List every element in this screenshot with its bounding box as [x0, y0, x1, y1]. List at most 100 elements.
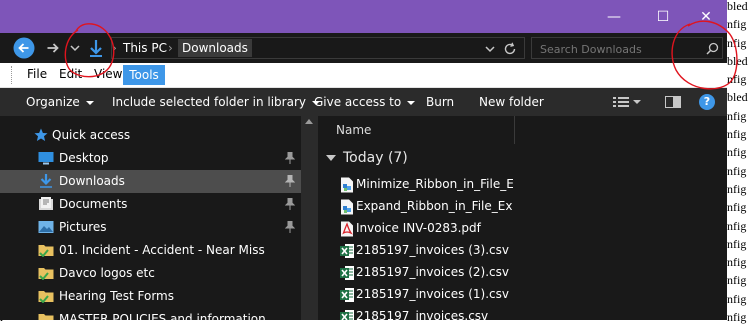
caret-down-icon — [407, 100, 416, 105]
chevron-down-icon[interactable] — [484, 43, 496, 55]
address-row: › This PC › Downloads — [0, 33, 727, 63]
column-divider[interactable] — [514, 116, 515, 144]
file-list-pane: Name Today (7) Minimize_Ribbon_in_File_E… — [318, 116, 727, 320]
file-name: 2185197_invoices (3).csv — [356, 243, 509, 257]
nav-scrollbar[interactable] — [301, 116, 318, 320]
menu-grip — [11, 66, 14, 84]
navigation-pane: Quick access Desktop Downloads Documents… — [0, 116, 318, 320]
refresh-icon[interactable] — [503, 42, 517, 56]
nav-item-desktop[interactable]: Desktop — [0, 147, 318, 170]
chevron-down-icon — [326, 155, 336, 161]
nav-label-folder: MASTER POLICIES and information — [59, 312, 266, 320]
menu-tools[interactable]: Tools — [123, 65, 165, 85]
file-name: 2185197_invoices (2).csv — [356, 265, 509, 279]
menu-file[interactable]: File — [27, 67, 47, 81]
nav-label-folder: 01. Incident - Accident - Near Miss — [59, 243, 265, 257]
forward-arrow-icon — [47, 43, 59, 53]
nav-item-documents[interactable]: Documents — [0, 193, 318, 216]
minimize-icon: — — [607, 8, 621, 25]
excel-file-icon — [340, 244, 354, 258]
pin-icon[interactable] — [285, 175, 295, 187]
folder-icon — [38, 314, 54, 320]
command-bar: Organize Include selected folder in libr… — [0, 88, 727, 116]
caret-down-icon[interactable] — [633, 100, 641, 105]
file-name: Minimize_Ribbon_in_File_Explorer — [356, 177, 513, 191]
preview-pane-icon[interactable] — [665, 96, 681, 108]
give-access-label: Give access to — [314, 95, 402, 109]
nav-label-folder: Davco logos etc — [59, 266, 155, 280]
documents-icon — [39, 197, 53, 210]
recent-locations-button[interactable] — [69, 37, 81, 59]
pin-icon[interactable] — [285, 152, 295, 164]
nav-item-folder[interactable]: MASTER POLICIES and information — [0, 308, 318, 320]
give-access-button[interactable]: Give access to — [314, 95, 416, 109]
download-arrow-icon — [40, 174, 52, 188]
pin-icon[interactable] — [285, 198, 295, 210]
search-icon[interactable] — [706, 42, 719, 55]
breadcrumb-this-pc[interactable]: This PC — [123, 41, 167, 55]
help-button[interactable]: ? — [699, 94, 715, 110]
nav-label-quick-access: Quick access — [52, 128, 131, 142]
group-label: Today (7) — [343, 150, 408, 166]
chevron-down-icon — [70, 45, 80, 52]
pin-icon[interactable] — [285, 221, 295, 233]
background-page-right: bled nfig nfig bled nfig bled nfig nfig nfig nfig… — [727, 0, 748, 325]
folder-icon — [38, 291, 54, 303]
nav-item-pictures[interactable]: Pictures — [0, 216, 318, 239]
file-row[interactable]: Expand_Ribbon_in_File_Explorer — [336, 196, 716, 219]
back-button[interactable] — [13, 37, 35, 59]
nav-label-pictures: Pictures — [59, 220, 107, 234]
file-row[interactable]: Invoice INV-0283.pdf — [336, 218, 716, 241]
star-icon — [34, 128, 48, 141]
maximize-button[interactable]: ☐ — [640, 0, 686, 33]
nav-item-folder[interactable]: Davco logos etc — [0, 262, 318, 285]
maximize-icon: ☐ — [656, 8, 670, 25]
minimize-button[interactable]: — — [591, 0, 637, 33]
column-header-name[interactable]: Name — [336, 123, 371, 137]
file-name: Invoice INV-0283.pdf — [356, 221, 481, 235]
nav-label-desktop: Desktop — [59, 151, 109, 165]
file-row[interactable]: 2185197_invoices (1).csv — [336, 284, 716, 307]
burn-button[interactable]: Burn — [426, 95, 454, 109]
nav-item-folder[interactable]: 01. Incident - Accident - Near Miss — [0, 239, 318, 262]
organize-button[interactable]: Organize — [26, 95, 94, 109]
search-box[interactable] — [531, 37, 723, 59]
close-icon: ✕ — [700, 8, 712, 25]
nav-label-folder: Hearing Test Forms — [59, 289, 174, 303]
file-name: Expand_Ribbon_in_File_Explorer — [356, 199, 513, 213]
include-in-library-button[interactable]: Include selected folder in library — [112, 95, 320, 109]
file-row[interactable]: 2185197_invoices (2).csv — [336, 262, 716, 285]
file-row[interactable]: 2185197_invoices.csv — [336, 306, 716, 320]
pdf-file-icon — [341, 221, 353, 237]
file-name: 2185197_invoices.csv — [356, 309, 489, 320]
downloads-location-icon-button[interactable] — [85, 37, 107, 59]
folder-icon — [38, 268, 54, 280]
title-bar[interactable]: — ☐ ✕ — [0, 0, 727, 33]
excel-file-icon — [340, 266, 354, 280]
file-explorer-window: — ☐ ✕ › This PC › Downloads Search Downl… — [0, 0, 727, 320]
search-input[interactable] — [538, 40, 702, 58]
file-row[interactable]: 2185197_invoices (3).csv — [336, 240, 716, 263]
back-arrow-icon — [13, 37, 35, 59]
nav-label-downloads: Downloads — [59, 174, 125, 188]
forward-button[interactable] — [42, 37, 64, 59]
menu-edit[interactable]: Edit — [59, 67, 82, 81]
close-button[interactable]: ✕ — [683, 0, 727, 33]
scroll-up-arrow-icon[interactable] — [305, 119, 313, 124]
excel-file-icon — [340, 288, 354, 302]
caret-down-icon — [85, 100, 94, 105]
nav-item-quick-access[interactable]: Quick access — [0, 124, 318, 147]
new-folder-button[interactable]: New folder — [479, 95, 544, 109]
nav-item-downloads[interactable]: Downloads — [0, 170, 318, 193]
file-row[interactable]: Minimize_Ribbon_in_File_Explorer — [336, 174, 716, 197]
reg-file-icon — [341, 177, 353, 193]
address-bar[interactable]: › This PC › Downloads — [111, 37, 525, 59]
nav-item-folder[interactable]: Hearing Test Forms — [0, 285, 318, 308]
menu-view[interactable]: View — [94, 67, 122, 81]
view-options-icon[interactable] — [613, 96, 629, 108]
include-label: Include selected folder in library — [112, 95, 306, 109]
breadcrumb-downloads[interactable]: Downloads — [178, 39, 252, 57]
group-header-today[interactable]: Today (7) — [326, 150, 408, 166]
download-arrow-icon — [90, 40, 102, 57]
nav-label-documents: Documents — [59, 197, 128, 211]
